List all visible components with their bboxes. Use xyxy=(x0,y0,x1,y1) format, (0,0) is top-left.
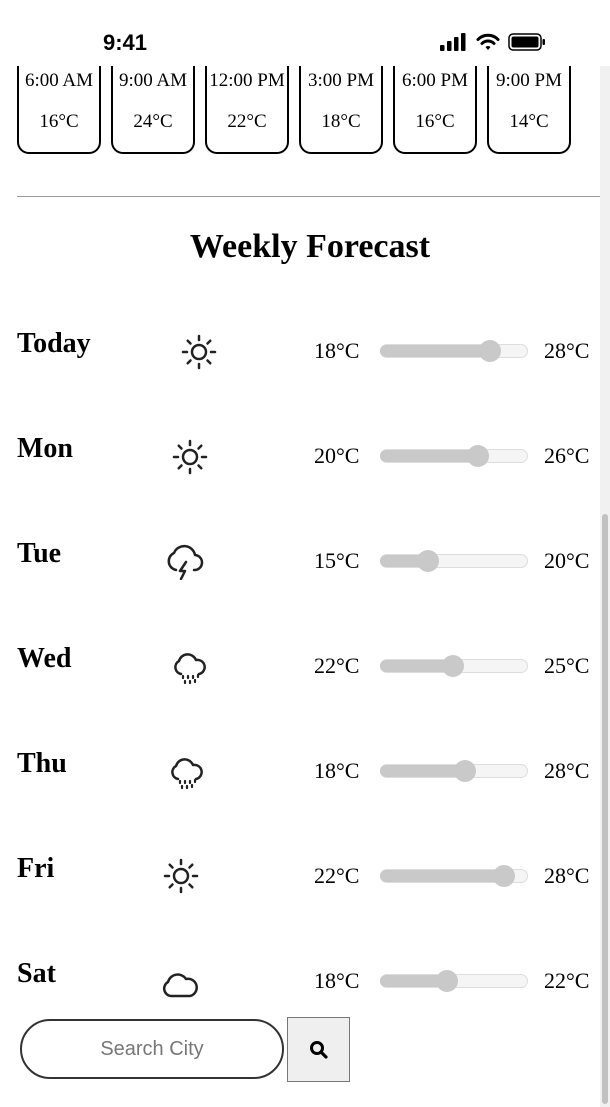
hourly-time: 9:00 PM xyxy=(496,70,562,91)
hourly-temp: 24°C xyxy=(133,111,173,132)
status-bar: 9:41 xyxy=(0,0,610,66)
divider xyxy=(17,196,600,197)
hourly-card[interactable]: 3:00 PM 18°C xyxy=(299,64,383,154)
day-name: Today xyxy=(17,328,91,359)
search-city-input[interactable] xyxy=(20,1019,284,1079)
temperature-range-slider[interactable] xyxy=(380,760,528,782)
hourly-time: 3:00 PM xyxy=(308,70,374,91)
slider-thumb[interactable] xyxy=(454,760,476,782)
search-icon xyxy=(309,1040,328,1059)
weekly-forecast-title: Weekly Forecast xyxy=(189,228,431,265)
temperature-range-slider[interactable] xyxy=(380,655,528,677)
slider-fill xyxy=(380,345,490,357)
day-max-temp: 28°C xyxy=(544,338,590,363)
day-max-temp: 22°C xyxy=(544,968,590,993)
scrollbar-thumb[interactable] xyxy=(602,514,608,1104)
sun-icon xyxy=(181,334,217,370)
battery-icon xyxy=(508,33,545,51)
temperature-range-slider[interactable] xyxy=(380,550,528,572)
day-min-temp: 15°C xyxy=(314,548,360,573)
day-min-temp: 22°C xyxy=(314,863,360,888)
day-name: Tue xyxy=(17,538,62,569)
slider-thumb[interactable] xyxy=(417,550,439,572)
search-bar xyxy=(20,1019,284,1079)
status-time: 9:41 xyxy=(103,30,148,55)
hourly-time: 12:00 PM xyxy=(209,70,285,91)
day-max-temp: 20°C xyxy=(544,548,590,573)
slider-fill xyxy=(380,765,465,777)
day-row: Fri 22°C 28°C xyxy=(0,853,610,923)
scrollbar[interactable] xyxy=(600,0,610,1107)
rain-cloud-icon xyxy=(174,653,206,685)
hourly-temp: 16°C xyxy=(415,111,455,132)
day-max-temp: 28°C xyxy=(544,758,590,783)
signal-icon xyxy=(440,33,466,51)
slider-fill xyxy=(380,450,478,462)
slider-thumb[interactable] xyxy=(479,340,501,362)
slider-fill xyxy=(380,870,504,882)
temperature-range-slider[interactable] xyxy=(380,445,528,467)
thunderstorm-icon xyxy=(167,544,204,580)
hourly-card[interactable]: 6:00 PM 16°C xyxy=(393,64,477,154)
rain-cloud-icon xyxy=(171,758,203,790)
day-max-temp: 25°C xyxy=(544,653,590,678)
sun-icon xyxy=(172,439,208,475)
slider-thumb[interactable] xyxy=(493,865,515,887)
day-min-temp: 18°C xyxy=(314,338,360,363)
hourly-card[interactable]: 9:00 PM 14°C xyxy=(487,64,571,154)
day-name: Fri xyxy=(17,853,55,884)
hourly-temp: 18°C xyxy=(321,111,361,132)
day-row: Tue 15°C 20°C xyxy=(0,538,610,608)
hourly-time: 6:00 AM xyxy=(24,70,94,91)
temperature-range-slider[interactable] xyxy=(380,340,528,362)
day-name: Thu xyxy=(17,748,67,779)
search-button[interactable] xyxy=(287,1017,350,1082)
day-max-temp: 26°C xyxy=(544,443,590,468)
slider-thumb[interactable] xyxy=(467,445,489,467)
cloud-icon xyxy=(162,973,198,998)
slider-thumb[interactable] xyxy=(436,970,458,992)
day-row: Thu 18°C 28°C xyxy=(0,748,610,818)
hourly-time: 6:00 PM xyxy=(402,70,468,91)
status-icons xyxy=(440,33,546,51)
hourly-temp: 16°C xyxy=(39,111,79,132)
day-min-temp: 18°C xyxy=(314,758,360,783)
hourly-temp: 14°C xyxy=(509,111,549,132)
day-row: Mon 20°C 26°C xyxy=(0,433,610,503)
day-max-temp: 28°C xyxy=(544,863,590,888)
wifi-icon xyxy=(476,33,500,50)
day-name: Wed xyxy=(17,643,72,674)
slider-thumb[interactable] xyxy=(442,655,464,677)
temperature-range-slider[interactable] xyxy=(380,865,528,887)
hourly-card[interactable]: 9:00 AM 24°C xyxy=(111,64,195,154)
sun-icon xyxy=(163,858,199,894)
day-name: Mon xyxy=(17,433,73,464)
day-name: Sat xyxy=(17,958,56,989)
hourly-forecast: 6:00 AM 16°C 9:00 AM 24°C 12:00 PM 22°C … xyxy=(17,64,593,154)
hourly-card[interactable]: 12:00 PM 22°C xyxy=(205,64,289,154)
day-row: Wed 22°C 25°C xyxy=(0,643,610,713)
hourly-time: 9:00 AM xyxy=(118,70,188,91)
day-row: Today 18°C 28°C xyxy=(0,328,610,398)
day-min-temp: 18°C xyxy=(314,968,360,993)
day-min-temp: 22°C xyxy=(314,653,360,678)
hourly-card[interactable]: 6:00 AM 16°C xyxy=(17,64,101,154)
day-min-temp: 20°C xyxy=(314,443,360,468)
temperature-range-slider[interactable] xyxy=(380,970,528,992)
hourly-temp: 22°C xyxy=(227,111,267,132)
